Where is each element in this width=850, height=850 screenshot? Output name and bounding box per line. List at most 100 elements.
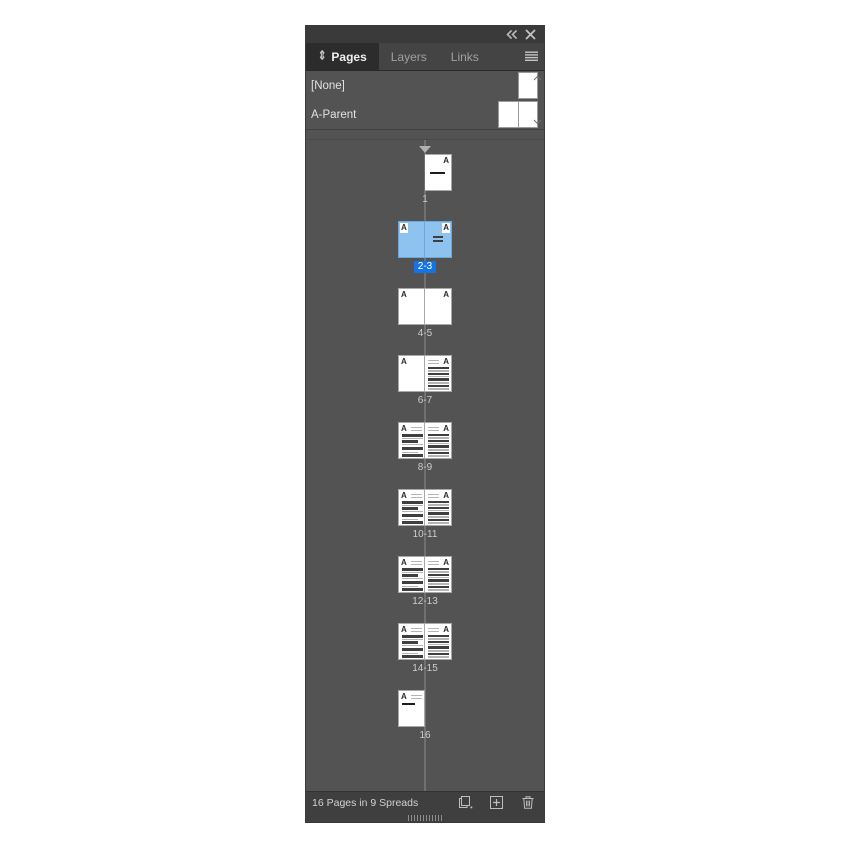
page-thumbnail[interactable]: A [425,489,452,526]
page-content-line [428,360,439,362]
spread-thumbnails[interactable]: AA [398,422,452,459]
page-thumbnail[interactable]: A [398,422,425,459]
page-thumbnail[interactable]: A [398,690,425,727]
spread-item[interactable]: A A 10-11 [306,481,544,541]
panel-titlebar [306,25,544,43]
page-thumbnail[interactable]: A [398,221,425,258]
page-thumbnail[interactable]: A [425,154,452,191]
page-content-line [411,564,422,566]
parent-page-marker: A [400,692,408,702]
close-icon[interactable] [522,27,538,41]
page-content-line [428,628,439,630]
parent-thumbnail-a-parent [498,100,538,129]
spread-item[interactable]: A A 8-9 [306,414,544,474]
page-placeholder [425,690,452,727]
page-thumbnail[interactable]: A [398,355,425,392]
parent-page-marker: A [442,223,450,233]
page-thumbnail[interactable]: A [398,623,425,660]
delete-page-icon[interactable] [519,795,536,811]
parent-page-label: A-Parent [311,108,357,121]
page-thumbnail[interactable]: A [425,221,452,258]
panel-splitter[interactable] [306,129,544,140]
spread-label[interactable]: 1 [422,194,428,206]
tab-pages[interactable]: ⇕ Pages [306,43,379,70]
page-content-line [433,236,443,238]
page-content-line [402,585,418,587]
page-content-line [428,378,449,381]
page-thumbnail[interactable]: A [425,355,452,392]
tab-layers[interactable]: Layers [379,43,439,70]
hamburger-menu-icon[interactable] [518,43,544,70]
page-content-line [402,501,423,504]
spread-item[interactable]: A A 14-15 [306,615,544,675]
spread-label[interactable]: 16 [419,730,430,742]
page-content-line [402,444,423,446]
spread-item[interactable]: A A 12-13 [306,548,544,608]
spread-label[interactable]: 2-3 [413,261,437,273]
spread-label[interactable]: 8-9 [418,462,432,474]
spread-thumbnails[interactable]: AA [398,623,452,660]
page-content-line [430,172,445,174]
page-content-line [428,512,449,515]
page-thumbnail[interactable]: A [425,288,452,325]
edit-page-size-icon[interactable] [457,795,474,811]
spread-label[interactable]: 4-5 [418,328,432,340]
parent-page-marker: A [400,290,408,300]
collapse-panel-icon[interactable] [504,27,520,41]
page-content-line [428,427,439,429]
panel-resize-handle[interactable] [306,813,544,822]
parent-page-marker: A [442,357,450,367]
page-content-line [402,635,423,638]
parent-page-item-a-parent[interactable]: A-Parent [306,100,544,129]
new-page-icon[interactable] [488,795,505,811]
page-content-line [402,652,418,654]
spread-label[interactable]: 6-7 [418,395,432,407]
parent-page-item-none[interactable]: [None] [306,71,544,100]
parent-page-marker: A [400,424,408,434]
screenshot-canvas: ⇕ Pages Layers Links [None] A-Parent A 1… [0,0,850,850]
spread-label[interactable]: 14-15 [412,663,438,675]
page-content-line [411,427,422,429]
page-content-line [428,370,449,372]
page-content-line [411,497,422,499]
spread-thumbnails[interactable]: AA [398,221,452,258]
spread-item[interactable]: A1 [306,146,544,206]
page-content-line [411,494,422,496]
parent-page-marker: A [400,223,408,233]
page-content-line [428,388,449,390]
page-thumbnail[interactable]: A [425,422,452,459]
spread-thumbnails[interactable]: AA [398,556,452,593]
page-thumbnail[interactable]: A [398,489,425,526]
section-marker-icon[interactable] [419,146,431,153]
spread-item[interactable]: A A 4-5 [306,280,544,340]
spread-thumbnails[interactable]: AA [398,355,452,392]
page-content-line [402,504,423,507]
page-content-line [428,363,439,365]
page-content-line [428,649,449,652]
page-content-line [402,521,423,524]
spread-thumbnails[interactable]: A [398,690,452,727]
tab-links[interactable]: Links [439,43,491,70]
panel-footer: 16 Pages in 9 Spreads [306,791,544,813]
spread-label[interactable]: 12-13 [412,596,438,608]
spread-thumbnails[interactable]: A [398,154,452,191]
page-thumbnail[interactable]: A [425,623,452,660]
spread-thumbnails[interactable]: AA [398,489,452,526]
parent-scroll-up-icon[interactable] [533,74,542,83]
page-content-line [428,568,449,571]
page-content-line [402,638,423,641]
page-content-line [402,511,423,513]
spread-label[interactable]: 10-11 [413,529,438,541]
page-content-line [411,561,422,563]
spread-thumbnails[interactable]: AA [398,288,452,325]
page-content-line [402,446,423,451]
page-thumbnail[interactable]: A [398,288,425,325]
spread-item[interactable]: A 16 [306,682,544,742]
spread-item[interactable]: A A 6-7 [306,347,544,407]
page-thumbnail[interactable]: A [398,556,425,593]
page-content-line [428,635,449,638]
page-thumbnail[interactable]: A [425,556,452,593]
spread-item[interactable]: A A 2-3 [306,213,544,273]
parent-scroll-down-icon[interactable] [533,117,542,126]
resize-grip-icon [408,814,442,821]
